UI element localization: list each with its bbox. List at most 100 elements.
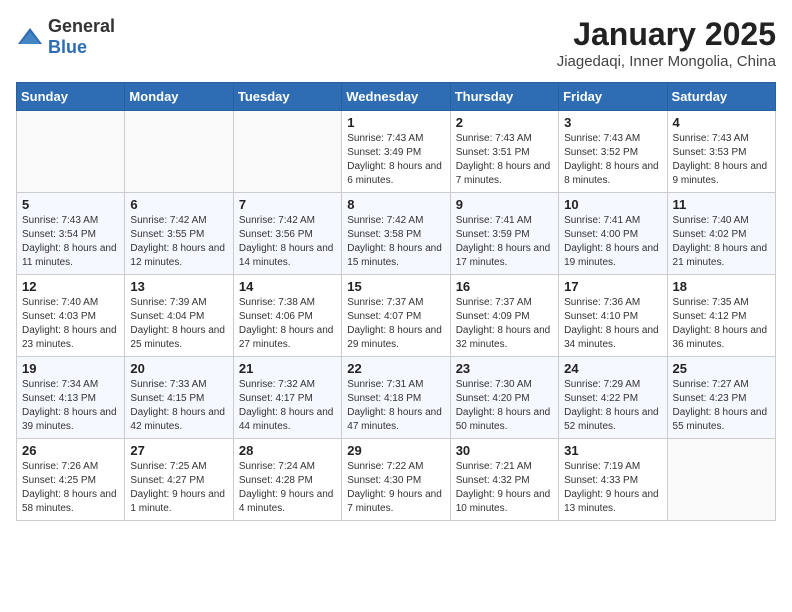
day-number: 10 bbox=[564, 197, 661, 212]
day-number: 7 bbox=[239, 197, 336, 212]
day-cell-18: 18Sunrise: 7:35 AM Sunset: 4:12 PM Dayli… bbox=[667, 275, 775, 357]
day-cell-12: 12Sunrise: 7:40 AM Sunset: 4:03 PM Dayli… bbox=[17, 275, 125, 357]
empty-cell bbox=[667, 439, 775, 521]
day-info: Sunrise: 7:24 AM Sunset: 4:28 PM Dayligh… bbox=[239, 460, 336, 516]
day-number: 11 bbox=[673, 197, 770, 212]
day-number: 13 bbox=[130, 279, 227, 294]
week-row-2: 5 Sunrise: 7:43 AM Sunset: 3:54 PM Daylig… bbox=[17, 193, 776, 275]
day-number: 26 bbox=[22, 443, 119, 458]
day-cell-13: 13 Sunrise: 7:39 AM Sunset: 4:04 PM Dayli… bbox=[125, 275, 233, 357]
day-cell-6: 6 Sunrise: 7:42 AM Sunset: 3:55 PM Daylig… bbox=[125, 193, 233, 275]
day-number: 18 bbox=[673, 279, 770, 294]
empty-cell bbox=[125, 111, 233, 193]
day-number: 19 bbox=[22, 361, 119, 376]
day-info: Sunrise: 7:43 AM Sunset: 3:53 PM Dayligh… bbox=[673, 132, 770, 188]
day-number: 25 bbox=[673, 361, 770, 376]
day-info: Sunrise: 7:22 AM Sunset: 4:30 PM Dayligh… bbox=[347, 460, 444, 516]
title-block: January 2025 Jiagedaqi, Inner Mongolia, … bbox=[557, 16, 776, 70]
day-number: 27 bbox=[130, 443, 227, 458]
page-header: General Blue January 2025 Jiagedaqi, Inn… bbox=[16, 16, 776, 70]
day-cell-22: 22Sunrise: 7:31 AM Sunset: 4:18 PM Dayli… bbox=[342, 357, 450, 439]
empty-cell bbox=[17, 111, 125, 193]
weekday-header-sunday: Sunday bbox=[17, 83, 125, 111]
day-info: Sunrise: 7:43 AM Sunset: 3:52 PM Dayligh… bbox=[564, 132, 661, 188]
day-info: Sunrise: 7:19 AM Sunset: 4:33 PM Dayligh… bbox=[564, 460, 661, 516]
day-info: Sunrise: 7:37 AM Sunset: 4:09 PM Dayligh… bbox=[456, 296, 553, 352]
day-info: Sunrise: 7:30 AM Sunset: 4:20 PM Dayligh… bbox=[456, 378, 553, 434]
day-cell-19: 19Sunrise: 7:34 AM Sunset: 4:13 PM Dayli… bbox=[17, 357, 125, 439]
day-info: Sunrise: 7:41 AM Sunset: 3:59 PM Dayligh… bbox=[456, 214, 553, 270]
day-number: 3 bbox=[564, 115, 661, 130]
day-info: Sunrise: 7:40 AM Sunset: 4:02 PM Dayligh… bbox=[673, 214, 770, 270]
day-cell-4: 4 Sunrise: 7:43 AM Sunset: 3:53 PM Daylig… bbox=[667, 111, 775, 193]
day-cell-2: 2 Sunrise: 7:43 AM Sunset: 3:51 PM Daylig… bbox=[450, 111, 558, 193]
day-info: Sunrise: 7:39 AM Sunset: 4:04 PM Dayligh… bbox=[130, 296, 227, 352]
day-info: Sunrise: 7:36 AM Sunset: 4:10 PM Dayligh… bbox=[564, 296, 661, 352]
day-cell-31: 31 Sunrise: 7:19 AM Sunset: 4:33 PM Dayli… bbox=[559, 439, 667, 521]
empty-cell bbox=[233, 111, 341, 193]
day-cell-10: 10Sunrise: 7:41 AM Sunset: 4:00 PM Dayli… bbox=[559, 193, 667, 275]
day-number: 5 bbox=[22, 197, 119, 212]
logo-text: General Blue bbox=[48, 16, 115, 58]
day-info: Sunrise: 7:42 AM Sunset: 3:55 PM Dayligh… bbox=[130, 214, 227, 270]
day-cell-17: 17Sunrise: 7:36 AM Sunset: 4:10 PM Dayli… bbox=[559, 275, 667, 357]
day-number: 2 bbox=[456, 115, 553, 130]
day-cell-23: 23 Sunrise: 7:30 AM Sunset: 4:20 PM Dayli… bbox=[450, 357, 558, 439]
day-number: 16 bbox=[456, 279, 553, 294]
day-number: 6 bbox=[130, 197, 227, 212]
day-info: Sunrise: 7:25 AM Sunset: 4:27 PM Dayligh… bbox=[130, 460, 227, 516]
weekday-header-tuesday: Tuesday bbox=[233, 83, 341, 111]
day-number: 21 bbox=[239, 361, 336, 376]
weekday-header-row: SundayMondayTuesdayWednesdayThursdayFrid… bbox=[17, 83, 776, 111]
day-info: Sunrise: 7:27 AM Sunset: 4:23 PM Dayligh… bbox=[673, 378, 770, 434]
logo-icon bbox=[16, 26, 44, 48]
day-cell-16: 16 Sunrise: 7:37 AM Sunset: 4:09 PM Dayli… bbox=[450, 275, 558, 357]
day-number: 15 bbox=[347, 279, 444, 294]
logo-blue: Blue bbox=[48, 37, 87, 57]
calendar-table: SundayMondayTuesdayWednesdayThursdayFrid… bbox=[16, 82, 776, 521]
day-info: Sunrise: 7:26 AM Sunset: 4:25 PM Dayligh… bbox=[22, 460, 119, 516]
day-info: Sunrise: 7:38 AM Sunset: 4:06 PM Dayligh… bbox=[239, 296, 336, 352]
day-cell-25: 25 Sunrise: 7:27 AM Sunset: 4:23 PM Dayli… bbox=[667, 357, 775, 439]
day-number: 22 bbox=[347, 361, 444, 376]
day-cell-7: 7 Sunrise: 7:42 AM Sunset: 3:56 PM Daylig… bbox=[233, 193, 341, 275]
day-info: Sunrise: 7:29 AM Sunset: 4:22 PM Dayligh… bbox=[564, 378, 661, 434]
day-cell-11: 11 Sunrise: 7:40 AM Sunset: 4:02 PM Dayli… bbox=[667, 193, 775, 275]
day-cell-9: 9 Sunrise: 7:41 AM Sunset: 3:59 PM Daylig… bbox=[450, 193, 558, 275]
day-info: Sunrise: 7:33 AM Sunset: 4:15 PM Dayligh… bbox=[130, 378, 227, 434]
day-info: Sunrise: 7:43 AM Sunset: 3:54 PM Dayligh… bbox=[22, 214, 119, 270]
day-info: Sunrise: 7:21 AM Sunset: 4:32 PM Dayligh… bbox=[456, 460, 553, 516]
day-number: 4 bbox=[673, 115, 770, 130]
weekday-header-saturday: Saturday bbox=[667, 83, 775, 111]
page-subtitle: Jiagedaqi, Inner Mongolia, China bbox=[557, 53, 776, 70]
day-number: 24 bbox=[564, 361, 661, 376]
day-cell-20: 20 Sunrise: 7:33 AM Sunset: 4:15 PM Dayli… bbox=[125, 357, 233, 439]
week-row-5: 26 Sunrise: 7:26 AM Sunset: 4:25 PM Dayli… bbox=[17, 439, 776, 521]
day-number: 23 bbox=[456, 361, 553, 376]
day-number: 31 bbox=[564, 443, 661, 458]
day-cell-26: 26 Sunrise: 7:26 AM Sunset: 4:25 PM Dayli… bbox=[17, 439, 125, 521]
week-row-3: 12Sunrise: 7:40 AM Sunset: 4:03 PM Dayli… bbox=[17, 275, 776, 357]
day-cell-5: 5 Sunrise: 7:43 AM Sunset: 3:54 PM Daylig… bbox=[17, 193, 125, 275]
day-cell-27: 27 Sunrise: 7:25 AM Sunset: 4:27 PM Dayli… bbox=[125, 439, 233, 521]
day-cell-3: 3 Sunrise: 7:43 AM Sunset: 3:52 PM Daylig… bbox=[559, 111, 667, 193]
day-cell-1: 1Sunrise: 7:43 AM Sunset: 3:49 PM Daylig… bbox=[342, 111, 450, 193]
day-number: 9 bbox=[456, 197, 553, 212]
page-title: January 2025 bbox=[557, 16, 776, 53]
logo: General Blue bbox=[16, 16, 115, 58]
day-number: 20 bbox=[130, 361, 227, 376]
weekday-header-wednesday: Wednesday bbox=[342, 83, 450, 111]
day-info: Sunrise: 7:42 AM Sunset: 3:56 PM Dayligh… bbox=[239, 214, 336, 270]
day-cell-30: 30Sunrise: 7:21 AM Sunset: 4:32 PM Dayli… bbox=[450, 439, 558, 521]
day-number: 1 bbox=[347, 115, 444, 130]
day-info: Sunrise: 7:37 AM Sunset: 4:07 PM Dayligh… bbox=[347, 296, 444, 352]
day-cell-24: 24 Sunrise: 7:29 AM Sunset: 4:22 PM Dayli… bbox=[559, 357, 667, 439]
day-cell-8: 8Sunrise: 7:42 AM Sunset: 3:58 PM Daylig… bbox=[342, 193, 450, 275]
day-number: 12 bbox=[22, 279, 119, 294]
day-cell-15: 15 Sunrise: 7:37 AM Sunset: 4:07 PM Dayli… bbox=[342, 275, 450, 357]
day-cell-14: 14 Sunrise: 7:38 AM Sunset: 4:06 PM Dayli… bbox=[233, 275, 341, 357]
day-cell-21: 21Sunrise: 7:32 AM Sunset: 4:17 PM Dayli… bbox=[233, 357, 341, 439]
day-number: 14 bbox=[239, 279, 336, 294]
weekday-header-thursday: Thursday bbox=[450, 83, 558, 111]
day-info: Sunrise: 7:43 AM Sunset: 3:51 PM Dayligh… bbox=[456, 132, 553, 188]
